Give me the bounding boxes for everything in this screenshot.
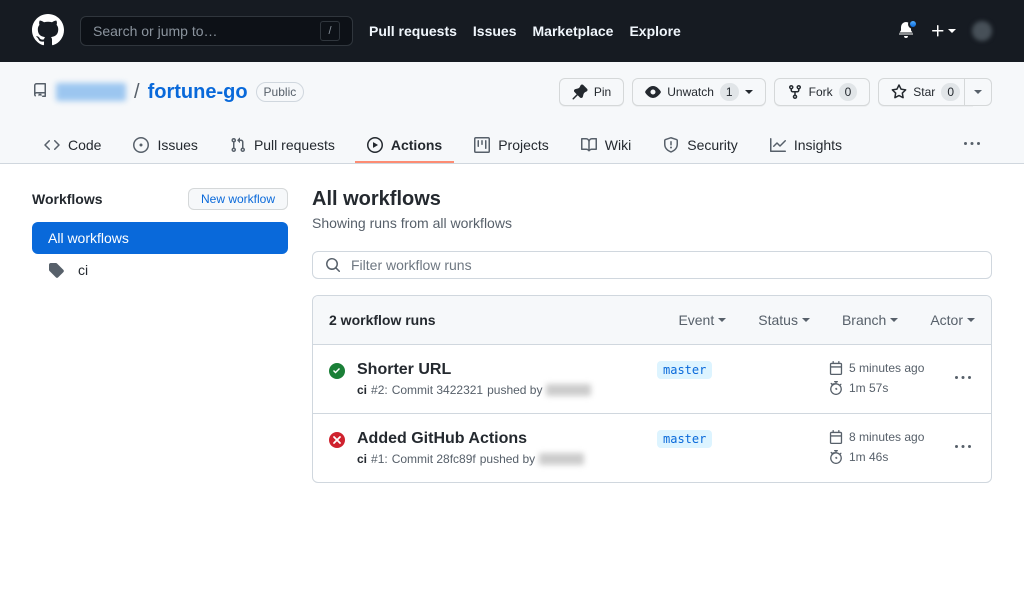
page-title: All workflows bbox=[312, 188, 992, 211]
nav-pull-requests[interactable]: Pull requests bbox=[369, 23, 457, 39]
run-menu[interactable] bbox=[951, 435, 975, 462]
new-workflow-button[interactable]: New workflow bbox=[188, 188, 288, 210]
unwatch-button[interactable]: Unwatch 1 bbox=[632, 78, 765, 106]
runs-head: 2 workflow runs Event Status Branch Acto… bbox=[313, 296, 991, 345]
star-count: 0 bbox=[941, 83, 960, 101]
filter-actor[interactable]: Actor bbox=[930, 312, 975, 328]
branch-label[interactable]: master bbox=[657, 430, 712, 448]
tab-projects[interactable]: Projects bbox=[462, 129, 561, 163]
slash-hint: / bbox=[320, 21, 340, 41]
run-row: Shorter URL ci #2: Commit 3422321 pushed… bbox=[313, 345, 991, 414]
runs-count: 2 workflow runs bbox=[329, 312, 646, 328]
repo-actions: Pin Unwatch 1 Fork 0 Star 0 bbox=[559, 78, 992, 106]
tab-code[interactable]: Code bbox=[32, 129, 113, 163]
repo-sep: / bbox=[134, 81, 140, 104]
repo-tabs: Code Issues Pull requests Actions Projec… bbox=[32, 128, 992, 163]
main: Workflows New workflow All workflows ci … bbox=[0, 164, 1024, 507]
sidebar-item-all-workflows[interactable]: All workflows bbox=[32, 222, 288, 254]
run-meta: ci #2: Commit 3422321 pushed by bbox=[357, 383, 645, 397]
sidebar-title: Workflows bbox=[32, 191, 103, 207]
failure-icon bbox=[329, 432, 345, 451]
repo-header: / fortune-go Public Pin Unwatch 1 Fork 0 bbox=[0, 62, 1024, 164]
sidebar-item-label: ci bbox=[78, 262, 88, 278]
tab-pull-requests[interactable]: Pull requests bbox=[218, 129, 347, 163]
user-avatar[interactable] bbox=[972, 21, 992, 41]
run-actor[interactable] bbox=[546, 384, 591, 396]
run-row: Added GitHub Actions ci #1: Commit 28fc8… bbox=[313, 414, 991, 482]
create-new-dropdown[interactable] bbox=[930, 23, 956, 39]
page-subtitle: Showing runs from all workflows bbox=[312, 215, 992, 231]
tab-wiki[interactable]: Wiki bbox=[569, 129, 643, 163]
pin-label: Pin bbox=[594, 82, 611, 102]
fork-label: Fork bbox=[809, 82, 833, 102]
run-title[interactable]: Shorter URL bbox=[357, 361, 645, 379]
unwatch-count: 1 bbox=[720, 83, 739, 101]
run-meta: ci #1: Commit 28fc89f pushed by bbox=[357, 452, 645, 466]
search-input[interactable] bbox=[93, 23, 320, 39]
repo-name[interactable]: fortune-go bbox=[148, 81, 248, 104]
gh-header: / Pull requests Issues Marketplace Explo… bbox=[0, 0, 1024, 62]
tab-security[interactable]: Security bbox=[651, 129, 750, 163]
filter-branch[interactable]: Branch bbox=[842, 312, 898, 328]
tab-insights[interactable]: Insights bbox=[758, 129, 854, 163]
repo-tabs-overflow[interactable] bbox=[952, 128, 992, 163]
filter-status[interactable]: Status bbox=[758, 312, 810, 328]
filter-event[interactable]: Event bbox=[678, 312, 726, 328]
content: All workflows Showing runs from all work… bbox=[312, 188, 992, 483]
repo-title-row: / fortune-go Public Pin Unwatch 1 Fork 0 bbox=[32, 78, 992, 106]
notification-dot bbox=[908, 19, 918, 29]
run-duration: 1m 46s bbox=[829, 450, 939, 464]
repo-owner[interactable] bbox=[56, 83, 126, 101]
run-duration: 1m 57s bbox=[829, 381, 939, 395]
run-title[interactable]: Added GitHub Actions bbox=[357, 430, 645, 448]
success-icon bbox=[329, 363, 345, 382]
branch-label[interactable]: master bbox=[657, 361, 712, 379]
fork-button[interactable]: Fork 0 bbox=[774, 78, 871, 106]
run-menu[interactable] bbox=[951, 366, 975, 393]
run-actor[interactable] bbox=[539, 453, 584, 465]
nav-explore[interactable]: Explore bbox=[629, 23, 680, 39]
global-search[interactable]: / bbox=[80, 16, 353, 46]
nav-marketplace[interactable]: Marketplace bbox=[533, 23, 614, 39]
run-time-ago: 8 minutes ago bbox=[829, 430, 939, 444]
runs-box: 2 workflow runs Event Status Branch Acto… bbox=[312, 295, 992, 483]
filter-runs[interactable] bbox=[312, 251, 992, 279]
repo-visibility: Public bbox=[256, 82, 305, 102]
tab-actions[interactable]: Actions bbox=[355, 129, 454, 163]
header-right bbox=[898, 21, 992, 41]
tab-issues[interactable]: Issues bbox=[121, 129, 209, 163]
pin-button[interactable]: Pin bbox=[559, 78, 624, 106]
notifications-icon[interactable] bbox=[898, 22, 914, 41]
star-label: Star bbox=[913, 82, 935, 102]
sidebar-item-ci[interactable]: ci bbox=[32, 254, 288, 286]
unwatch-label: Unwatch bbox=[667, 82, 714, 102]
run-time-ago: 5 minutes ago bbox=[829, 361, 939, 375]
nav-issues[interactable]: Issues bbox=[473, 23, 517, 39]
star-button[interactable]: Star 0 bbox=[878, 78, 973, 106]
github-logo-icon[interactable] bbox=[32, 14, 64, 49]
global-nav: Pull requests Issues Marketplace Explore bbox=[369, 23, 681, 39]
sidebar: Workflows New workflow All workflows ci bbox=[32, 188, 288, 483]
search-icon bbox=[325, 257, 341, 273]
fork-count: 0 bbox=[839, 83, 858, 101]
star-dropdown[interactable] bbox=[964, 78, 992, 106]
repo-icon bbox=[32, 83, 48, 102]
filter-input[interactable] bbox=[351, 257, 979, 273]
